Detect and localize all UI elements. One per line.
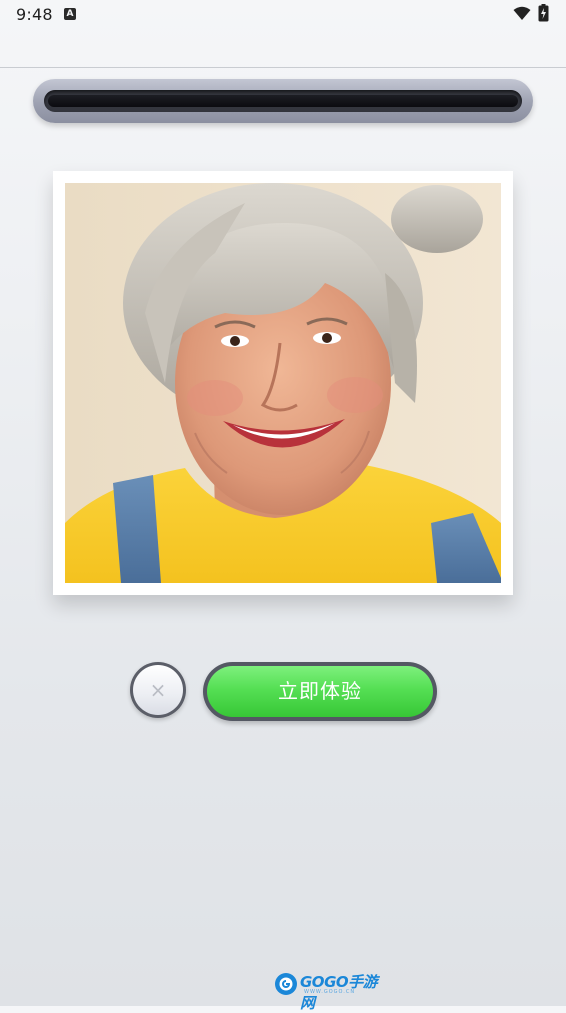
photo-card bbox=[53, 171, 513, 595]
try-now-button-face[interactable]: 立即体验 bbox=[207, 666, 433, 717]
try-now-label: 立即体验 bbox=[278, 679, 362, 703]
watermark: GOGO手游网 WWW.GOGO.CN bbox=[274, 970, 386, 1012]
header-divider bbox=[0, 67, 566, 68]
battery-charging-icon bbox=[538, 4, 549, 22]
portrait-photo bbox=[65, 183, 501, 583]
progress-track bbox=[44, 90, 522, 112]
try-now-button[interactable]: 立即体验 bbox=[203, 662, 437, 721]
status-time: 9:48 bbox=[16, 5, 53, 24]
close-button-face[interactable]: × bbox=[133, 665, 183, 715]
wifi-icon bbox=[513, 6, 531, 20]
close-button[interactable]: × bbox=[130, 662, 186, 718]
close-icon[interactable]: × bbox=[133, 665, 183, 715]
gogo-logo-icon bbox=[275, 973, 297, 995]
progress-fill bbox=[48, 95, 518, 107]
progress-bar bbox=[33, 79, 533, 123]
a-letter-icon: A bbox=[64, 8, 76, 20]
watermark-url: WWW.GOGO.CN bbox=[304, 989, 356, 995]
status-bar: 9:48 A bbox=[0, 0, 566, 30]
